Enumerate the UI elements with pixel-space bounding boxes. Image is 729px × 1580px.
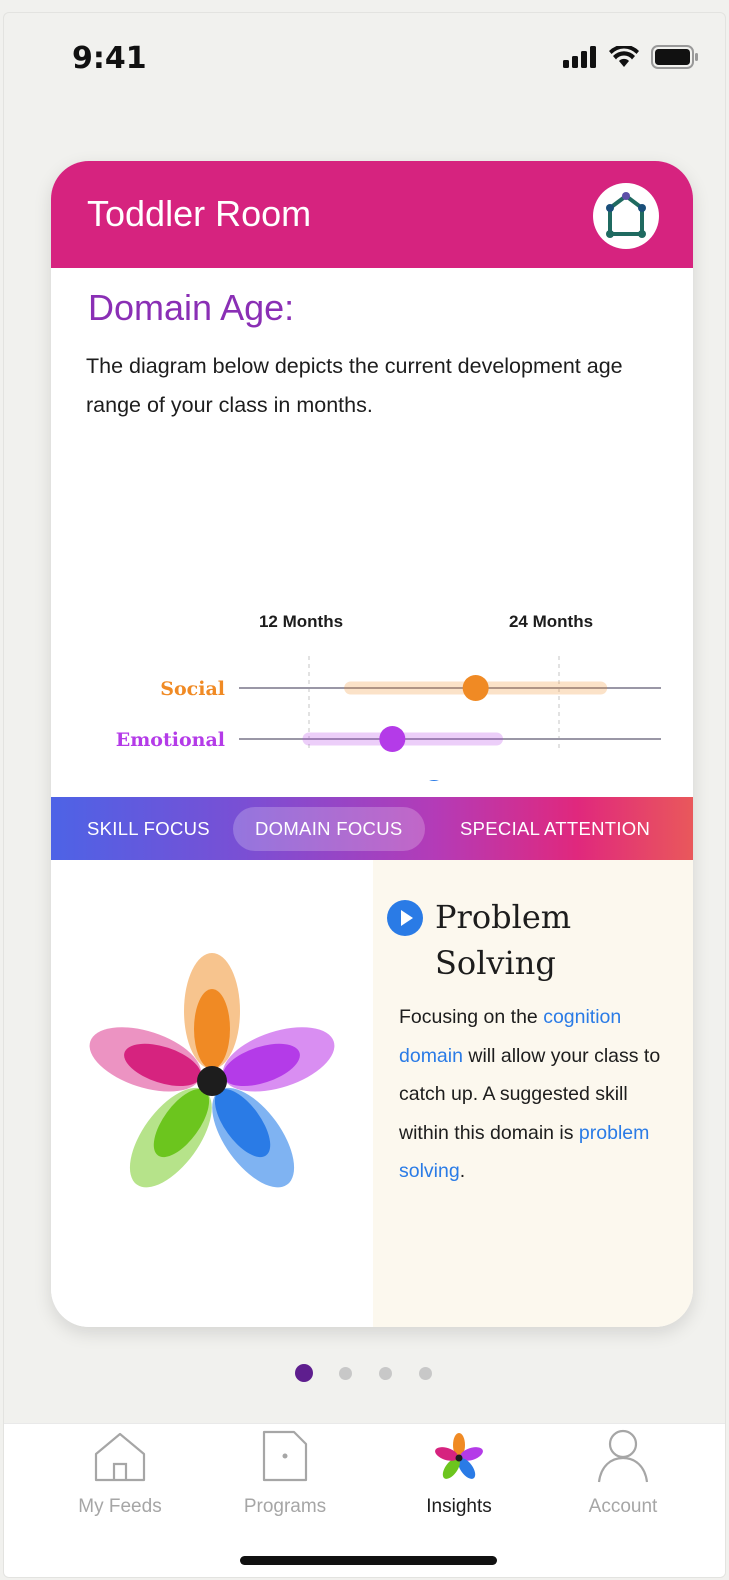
focus-tabs: SKILL FOCUS DOMAIN FOCUS SPECIAL ATTENTI… [51,797,693,860]
tick-label: 24 Months [509,612,593,631]
nav-programs[interactable]: Programs [210,1424,360,1544]
nav-my-feeds[interactable]: My Feeds [45,1424,195,1544]
domain-age-chart: 12 Months24 MonthsSocialEmotionalCogniti… [116,612,661,781]
domain-flower-panel [51,860,373,1327]
tab-special-attention[interactable]: SPECIAL ATTENTION [460,797,650,860]
person-icon [597,1429,649,1483]
value-dot [462,675,489,701]
skill-description: Focusing on the cognition domain will al… [399,998,679,1191]
status-time: 9:41 [72,41,147,76]
battery-icon [651,45,698,69]
class-insight-card: Toddler Room Domain Age: The diagram bel… [51,161,693,1327]
tab-skill-focus[interactable]: SKILL FOCUS [87,797,210,860]
page-dot[interactable] [418,1366,432,1380]
skill-body-text: . [459,1160,466,1182]
wifi-icon [609,46,639,67]
page-indicator [4,1363,725,1383]
value-dot [379,726,406,752]
domain-age-title: Domain Age: [88,287,295,328]
nav-label: Programs [243,1496,327,1517]
cellular-signal-icon [563,46,596,68]
play-icon[interactable] [387,900,423,936]
logo-badge[interactable] [593,183,659,249]
house-nodes-logo-icon [606,192,646,238]
document-icon [262,1430,308,1482]
nav-label: Insights [426,1496,492,1517]
series-label: Emotional [116,729,225,751]
nav-account[interactable]: Account [548,1424,698,1544]
home-icon [94,1432,146,1482]
domain-flower-icon [89,953,335,1188]
page-dot[interactable] [378,1366,392,1380]
phone-screen: 9:41 Toddler Room Domain Age: The diagra… [3,12,726,1578]
page-dot[interactable] [338,1366,352,1380]
tick-label: 12 Months [259,612,343,631]
nav-insights[interactable]: Insights [384,1424,534,1544]
nav-label: My Feeds [78,1496,162,1517]
tab-domain-focus[interactable]: DOMAIN FOCUS [233,807,425,851]
home-indicator [240,1556,497,1565]
series-label: Social [160,678,225,700]
flower-icon [435,1433,483,1479]
card-header: Toddler Room [51,161,693,268]
page-dot[interactable] [295,1364,313,1382]
status-icons [563,45,699,69]
class-name-title: Toddler Room [87,193,312,234]
skill-title: Problem Solving [435,898,572,982]
skill-body-text: Focusing on the [399,1006,544,1028]
domain-age-description: The diagram below depicts the current de… [86,354,623,417]
bottom-tab-bar: My Feeds Programs Insights Account [4,1423,725,1577]
value-dot [429,780,439,781]
nav-label: Account [588,1496,658,1517]
status-bar: 9:41 [4,13,725,103]
skill-suggestion-panel: Problem Solving Focusing on the cognitio… [373,860,693,1327]
